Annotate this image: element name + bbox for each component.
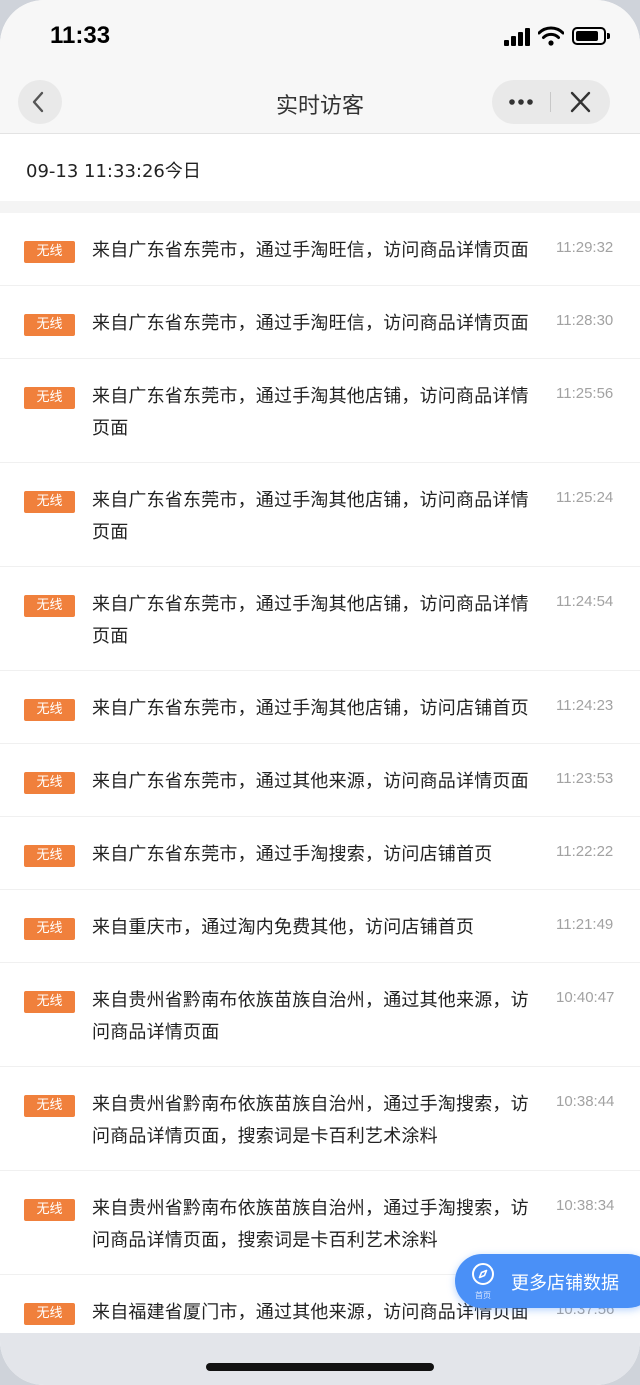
close-button[interactable] [551, 80, 610, 124]
wifi-icon [538, 26, 564, 46]
bottom-safe-area [0, 1333, 640, 1385]
visit-time: 11:28:30 [556, 312, 614, 329]
visit-description: 来自贵州省黔南布依族苗族自治州，通过手淘搜索，访问商品详情页面，搜索词是卡百利艺… [92, 1198, 529, 1251]
compass-icon [472, 1263, 494, 1285]
visit-row[interactable]: 无线 来自广东省东莞市，通过手淘旺信，访问商品详情页面 11:28:30 [0, 286, 640, 359]
device-badge: 无线 [24, 699, 75, 721]
visit-description: 来自广东省东莞市，通过手淘旺信，访问商品详情页面 [92, 240, 529, 261]
more-dots-icon [509, 99, 533, 105]
visit-description: 来自广东省东莞市，通过手淘旺信，访问商品详情页面 [92, 313, 529, 334]
float-button-label: 更多店铺数据 [511, 1273, 619, 1294]
device-badge: 无线 [24, 1303, 75, 1325]
visit-row[interactable]: 无线 来自重庆市，通过淘内免费其他，访问店铺首页 11:21:49 [0, 890, 640, 963]
more-button[interactable] [492, 80, 550, 124]
device-badge: 无线 [24, 991, 75, 1013]
visit-description: 来自贵州省黔南布依族苗族自治州，通过手淘搜索，访问商品详情页面，搜索词是卡百利艺… [92, 1094, 529, 1147]
device-badge: 无线 [24, 314, 75, 336]
device-badge: 无线 [24, 387, 75, 409]
visit-time: 10:38:44 [556, 1093, 615, 1110]
visit-row[interactable]: 无线 来自广东省东莞市，通过手淘其他店铺，访问店铺首页 11:24:23 [0, 671, 640, 744]
visit-time: 11:23:53 [556, 770, 614, 787]
visitor-list[interactable]: 无线 来自广东省东莞市，通过手淘旺信，访问商品详情页面 11:29:32 无线 来自广东… [0, 213, 640, 1333]
datetime-header: 09-13 11:33:26今日 [0, 135, 640, 201]
phone-screen: 11:33 实时访客 09-13 11:33:26今日 无线 来自广东省东莞市，… [0, 0, 640, 1385]
mini-program-capsule [492, 80, 610, 124]
visit-description: 来自重庆市，通过淘内免费其他，访问店铺首页 [92, 917, 475, 938]
nav-bar: 实时访客 [0, 76, 640, 134]
visit-description: 来自广东省东莞市，通过手淘搜索，访问店铺首页 [92, 844, 493, 865]
visit-time: 11:29:32 [556, 239, 614, 256]
visit-description: 来自广东省东莞市，通过手淘其他店铺，访问商品详情页面 [92, 386, 529, 439]
visit-row[interactable]: 无线 来自广东省东莞市，通过手淘搜索，访问店铺首页 11:22:22 [0, 817, 640, 890]
visit-row[interactable]: 无线 来自贵州省黔南布依族苗族自治州，通过手淘搜索，访问商品详情页面，搜索词是卡百… [0, 1067, 640, 1171]
datetime-text: 09-13 11:33:26今日 [26, 161, 201, 182]
status-bar: 11:33 [0, 0, 640, 76]
visit-time: 11:25:56 [556, 385, 614, 402]
divider [0, 201, 640, 213]
device-badge: 无线 [24, 595, 75, 617]
visit-row[interactable]: 无线 来自广东省东莞市，通过手淘其他店铺，访问商品详情页面 11:25:24 [0, 463, 640, 567]
visit-description: 来自贵州省黔南布依族苗族自治州，通过其他来源，访问商品详情页面 [92, 990, 529, 1043]
device-badge: 无线 [24, 1095, 75, 1117]
signal-icon [504, 28, 532, 46]
visit-row[interactable]: 无线 来自广东省东莞市，通过手淘旺信，访问商品详情页面 11:29:32 [0, 213, 640, 286]
float-icon-label: 首页 [475, 1291, 491, 1300]
visit-time: 11:25:24 [556, 489, 614, 506]
visit-time: 11:24:54 [556, 593, 614, 610]
visit-time: 10:40:47 [556, 989, 615, 1006]
visit-row[interactable]: 无线 来自贵州省黔南布依族苗族自治州，通过其他来源，访问商品详情页面 10:40:4… [0, 963, 640, 1067]
visit-description: 来自广东省东莞市，通过手淘其他店铺，访问商品详情页面 [92, 594, 529, 647]
visit-time: 11:22:22 [556, 843, 614, 860]
visit-row[interactable]: 无线 来自广东省东莞市，通过其他来源，访问商品详情页面 11:23:53 [0, 744, 640, 817]
visit-time: 10:38:34 [556, 1197, 615, 1214]
visit-description: 来自广东省东莞市，通过手淘其他店铺，访问店铺首页 [92, 698, 529, 719]
device-badge: 无线 [24, 241, 75, 263]
home-indicator[interactable] [206, 1363, 434, 1371]
more-store-data-button[interactable]: 首页 更多店铺数据 [455, 1254, 640, 1308]
status-time: 11:33 [50, 22, 111, 49]
battery-icon [572, 27, 610, 45]
visit-row[interactable]: 无线 来自广东省东莞市，通过手淘其他店铺，访问商品详情页面 11:25:56 [0, 359, 640, 463]
device-badge: 无线 [24, 1199, 75, 1221]
visit-description: 来自广东省东莞市，通过其他来源，访问商品详情页面 [92, 771, 529, 792]
device-badge: 无线 [24, 918, 75, 940]
device-badge: 无线 [24, 772, 75, 794]
close-icon [570, 91, 591, 113]
visit-time: 11:21:49 [556, 916, 614, 933]
home-shortcut: 首页 [467, 1260, 499, 1302]
visit-time: 11:24:23 [556, 697, 614, 714]
visit-row[interactable]: 无线 来自广东省东莞市，通过手淘其他店铺，访问商品详情页面 11:24:54 [0, 567, 640, 671]
visit-description: 来自广东省东莞市，通过手淘其他店铺，访问商品详情页面 [92, 490, 529, 543]
device-badge: 无线 [24, 491, 75, 513]
device-badge: 无线 [24, 845, 75, 867]
